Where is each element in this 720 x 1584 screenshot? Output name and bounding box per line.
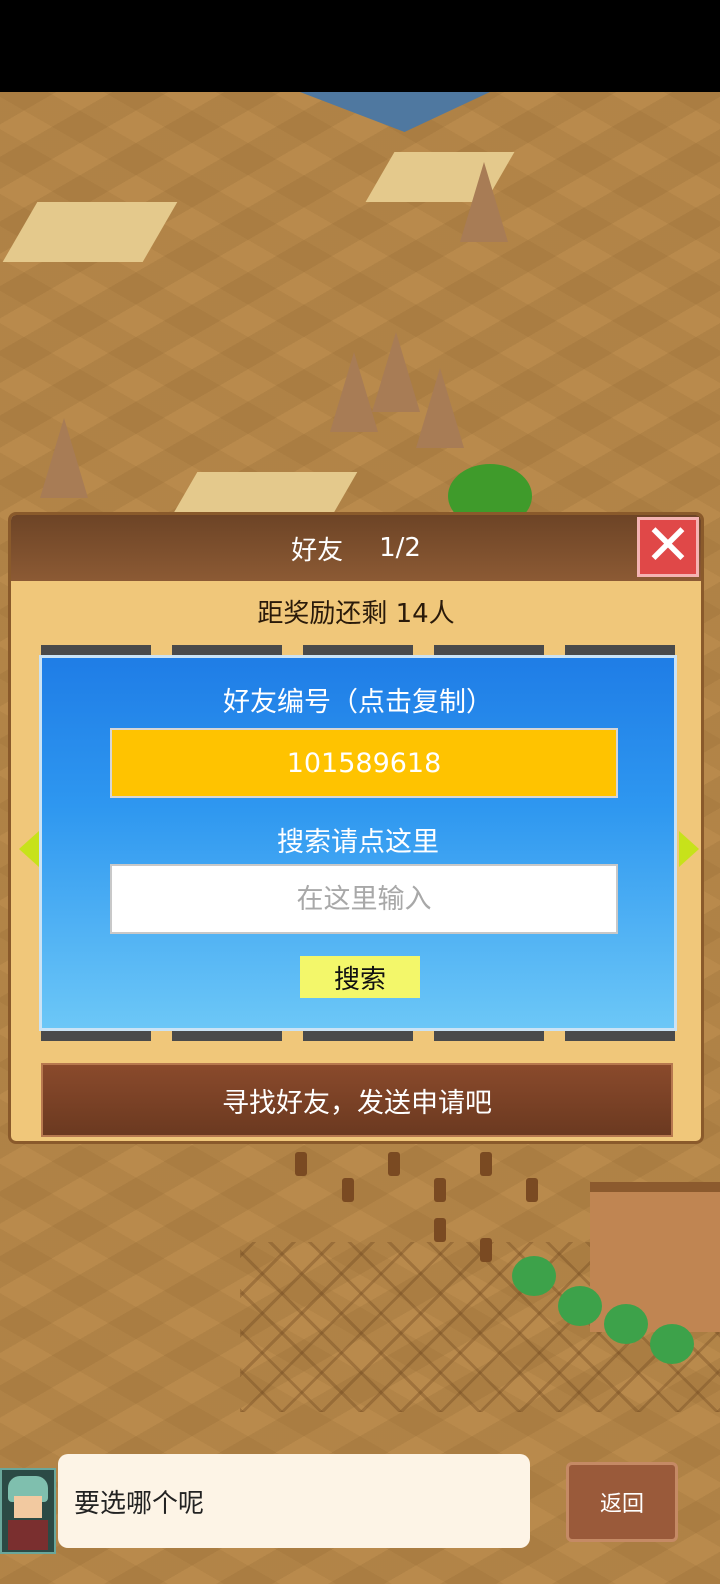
water-tile	[300, 92, 490, 132]
fence-post	[342, 1178, 354, 1202]
rock-spire	[330, 352, 378, 432]
friend-slot	[434, 1031, 544, 1041]
friend-slot	[172, 645, 282, 655]
sand-patch	[2, 202, 178, 262]
friend-slot	[565, 645, 675, 655]
reward-remaining-text: 距奖励还剩 14人	[257, 599, 455, 629]
friend-slot	[565, 1031, 675, 1041]
fence-post	[388, 1152, 400, 1176]
rock-spire	[460, 162, 508, 242]
close-button[interactable]: ✕	[637, 517, 699, 577]
friend-slot	[434, 645, 544, 655]
fence-post	[526, 1178, 538, 1202]
friend-slots-bottom	[41, 1031, 675, 1041]
bush	[650, 1324, 694, 1364]
bush	[558, 1286, 602, 1326]
fence-post	[295, 1152, 307, 1176]
send-request-banner[interactable]: 寻找好友，发送申请吧	[41, 1063, 673, 1137]
prev-page-arrow-icon[interactable]	[19, 831, 39, 867]
back-button[interactable]: 返回	[566, 1462, 678, 1542]
search-input[interactable]	[110, 864, 618, 934]
friend-slot	[303, 1031, 413, 1041]
fence-post	[480, 1152, 492, 1176]
friend-slot	[303, 645, 413, 655]
fence-post	[434, 1178, 446, 1202]
rock-spire	[416, 368, 464, 448]
dialog-header: 好友 1/2	[11, 515, 701, 581]
friend-slots-top	[41, 645, 675, 655]
rock-spire	[372, 332, 420, 412]
search-button[interactable]: 搜索	[300, 956, 420, 998]
next-page-arrow-icon[interactable]	[679, 831, 699, 867]
fence-post	[434, 1218, 446, 1242]
close-icon: ✕	[644, 513, 692, 578]
page-indicator: 1/2	[379, 533, 421, 563]
friend-id-panel: 好友编号（点击复制） 101589618 搜索请点这里 搜索	[39, 655, 677, 1031]
status-bar	[0, 0, 720, 92]
advisor-speech-bubble: 要选哪个呢	[58, 1454, 530, 1548]
friend-slot	[41, 645, 151, 655]
search-hint: 搜索请点这里	[277, 827, 439, 858]
dialog-title: 好友	[291, 535, 344, 566]
friend-id-title: 好友编号（点击复制）	[223, 687, 493, 718]
bush	[512, 1256, 556, 1296]
rock-spire	[40, 418, 88, 498]
friend-slot	[172, 1031, 282, 1041]
fence-post	[480, 1238, 492, 1262]
advisor-speech-text: 要选哪个呢	[74, 1488, 205, 1519]
bush	[604, 1304, 648, 1344]
advisor-avatar	[0, 1468, 56, 1554]
friend-id-copy-button[interactable]: 101589618	[110, 728, 618, 798]
friend-slot	[41, 1031, 151, 1041]
friends-dialog: 好友 1/2 ✕ 距奖励还剩 14人 好友编号（点击复制） 101589618 …	[8, 512, 704, 1144]
